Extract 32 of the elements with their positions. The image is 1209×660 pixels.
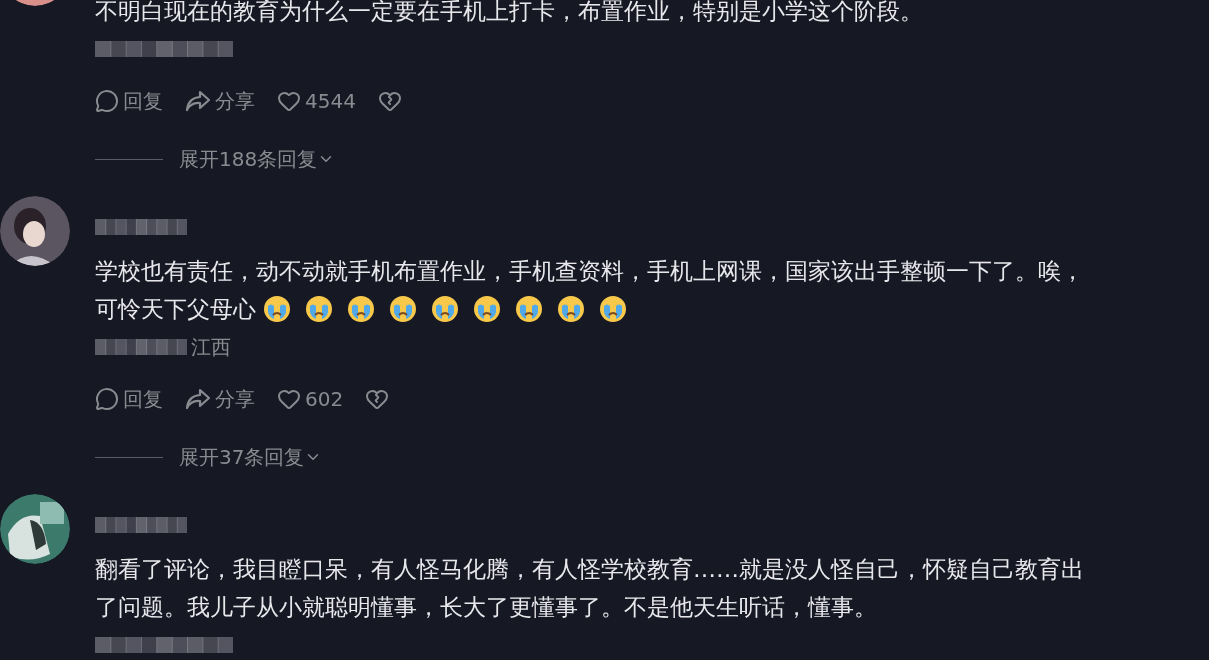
comment-text: 翻看了评论，我目瞪口呆，有人怪马化腾，有人怪学校教育……就是没人怪自己，怀疑自己教育出 (95, 554, 1084, 584)
broken-heart-icon (377, 89, 402, 113)
expand-replies-link[interactable]: 展开37条回复 (179, 442, 323, 472)
crying-face-icon (473, 295, 501, 323)
reply-button[interactable]: 回复 (95, 384, 163, 414)
comment-text: 可怜天下父母心 (95, 294, 256, 324)
crying-face-icon (599, 295, 627, 323)
heart-icon (277, 89, 301, 113)
like-button[interactable]: 4544 (277, 86, 356, 116)
reply-button[interactable]: 回复 (95, 86, 163, 116)
crying-face-icon (431, 295, 459, 323)
comment-text: 了问题。我儿子从小就聪明懂事，长大了更懂事了。不是他天生听话，懂事。 (95, 592, 877, 622)
share-button[interactable]: 分享 (185, 86, 255, 116)
crying-face-icon (347, 295, 375, 323)
share-icon (185, 90, 211, 112)
comment-text: 学校也有责任，动不动就手机布置作业，手机查资料，手机上网课，国家该出手整顿一下了。唉， (95, 256, 1084, 286)
dislike-button[interactable] (365, 387, 390, 411)
share-icon (185, 388, 211, 410)
location-text: 江西 (191, 334, 231, 361)
heart-icon (277, 387, 301, 411)
dislike-button[interactable] (377, 89, 402, 113)
crying-face-icon (263, 295, 291, 323)
crying-face-icon (389, 295, 417, 323)
comment-icon (95, 89, 119, 113)
broken-heart-icon (365, 387, 390, 411)
like-button[interactable]: 602 (277, 384, 344, 414)
crying-face-icon (515, 295, 543, 323)
crying-face-icon (557, 295, 585, 323)
comment-icon (95, 387, 119, 411)
crying-face-icon (305, 295, 333, 323)
share-button[interactable]: 分享 (185, 384, 255, 414)
expand-replies-link[interactable]: 展开188条回复 (179, 144, 336, 174)
